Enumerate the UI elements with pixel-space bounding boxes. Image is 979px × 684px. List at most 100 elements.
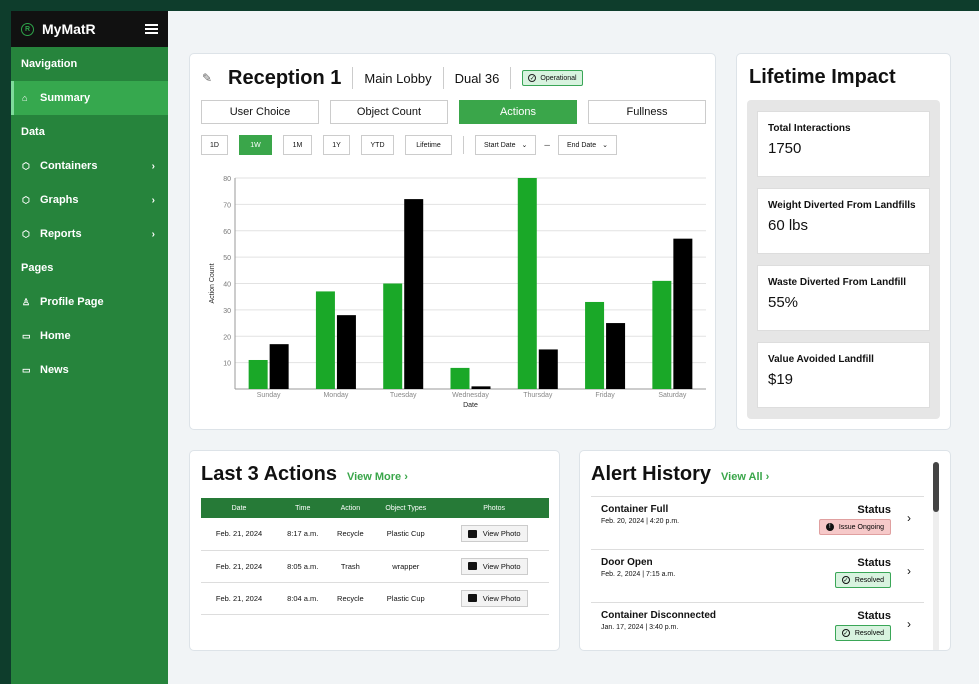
sidebar-item-reports[interactable]: ⬡ Reports › [11, 217, 168, 251]
end-date-dropdown[interactable]: End Date ⌄ [557, 135, 618, 155]
view-photo-button[interactable]: View Photo [460, 557, 528, 575]
last-actions-title: Last 3 Actions [201, 463, 337, 485]
actions-table: Date Time Action Object Types Photos Feb. 21… [201, 498, 549, 615]
bar-thursday-series-1 [517, 178, 537, 389]
x-tick-label: Friday [595, 392, 615, 399]
stat-label: Weight Diverted From Landfills [768, 200, 916, 211]
sidebar: R MyMatR Navigation ⌂ Summary Data ⬡ Containe… [11, 11, 168, 684]
bar-tuesday-series-1 [383, 283, 403, 389]
bar-friday-series-1 [585, 301, 605, 389]
range-button-ytd[interactable]: YTD [361, 135, 394, 155]
device-header: ✎ Reception 1 Main Lobby Dual 36 ✓ Opera… [202, 66, 583, 90]
sidebar-item-graphs[interactable]: ⬡ Graphs › [11, 183, 168, 217]
sidebar-item-summary[interactable]: ⌂ Summary [11, 81, 168, 115]
check-circle-icon: ✓ [841, 629, 850, 637]
impact-stat-waste-diverted-from-landfill: Waste Diverted From Landfill 55% [757, 265, 930, 331]
range-button-1d[interactable]: 1D [201, 135, 228, 155]
bar-monday-series-2 [336, 315, 356, 389]
chevron-right-icon[interactable]: › [907, 564, 911, 578]
table-row: Feb. 21, 2024 8:04 a.m. Recycle Plastic Cup… [201, 582, 549, 615]
column-header-date: Date [201, 498, 278, 518]
cell-object: Plastic Cup [372, 518, 440, 551]
bar-wednesday-series-1 [450, 367, 470, 389]
range-button-1y[interactable]: 1Y [323, 135, 350, 155]
y-tick-label: 80 [223, 176, 231, 183]
tab-actions[interactable]: Actions [459, 100, 577, 124]
bar-sunday-series-1 [248, 359, 268, 389]
alert-name: Container Full [601, 504, 669, 515]
chevron-down-icon: ⌄ [521, 142, 528, 149]
scrollbar[interactable] [933, 462, 939, 650]
range-button-1m[interactable]: 1M [283, 135, 312, 155]
sidebar-item-label: Graphs [40, 194, 79, 206]
hamburger-menu-icon[interactable] [145, 24, 158, 34]
sidebar-item-containers[interactable]: ⬡ Containers › [11, 149, 168, 183]
view-photo-label: View Photo [482, 561, 521, 571]
alert-item[interactable]: Container Full Feb. 20, 2024 | 4:20 p.m. S… [591, 496, 924, 549]
y-tick-label: 40 [223, 282, 231, 289]
image-icon [467, 562, 477, 570]
cell-time: 8:04 a.m. [277, 582, 329, 615]
bar-saturday-series-1 [652, 280, 672, 389]
status-text: Issue Ongoing [838, 523, 884, 531]
column-header-photos: Photos [439, 498, 549, 518]
home-icon: ⌂ [22, 93, 28, 103]
alert-list: Container Full Feb. 20, 2024 | 4:20 p.m. S… [591, 496, 924, 650]
bar-wednesday-series-2 [471, 386, 491, 389]
x-tick-label: Tuesday [390, 392, 417, 399]
impact-stat-value-avoided-landfill: Value Avoided Landfill $19 [757, 342, 930, 408]
chevron-right-icon[interactable]: › [907, 511, 911, 525]
divider [463, 136, 464, 154]
cell-photo: View Photo [439, 550, 549, 583]
status-label: Operational [540, 74, 577, 82]
y-axis-label: Action Count [209, 263, 216, 303]
tab-fullness[interactable]: Fullness [588, 100, 706, 124]
box-icon: ⬡ [22, 160, 30, 171]
sidebar-item-profile-page[interactable]: ♙ Profile Page [11, 285, 168, 319]
cell-photo: View Photo [439, 582, 549, 615]
range-button-1w[interactable]: 1W [239, 135, 272, 155]
view-photo-label: View Photo [482, 593, 521, 603]
alert-item[interactable]: Door Open Feb. 2, 2024 | 7:15 a.m. Status ✓… [591, 549, 924, 602]
app-name: MyMatR [42, 21, 96, 37]
status-badge: ✓ Resolved [834, 625, 891, 641]
check-circle-icon: ✓ [841, 576, 850, 584]
scrollbar-thumb[interactable] [933, 462, 939, 512]
divider [510, 67, 512, 89]
view-photo-label: View Photo [482, 529, 521, 539]
x-tick-label: Monday [323, 392, 348, 399]
bar-thursday-series-2 [538, 349, 558, 389]
bar-friday-series-2 [606, 323, 626, 389]
alert-icon: ! [825, 523, 834, 531]
start-date-dropdown[interactable]: Start Date ⌄ [475, 135, 537, 155]
alert-name: Container Disconnected [601, 610, 717, 621]
view-photo-button[interactable]: View Photo [460, 589, 528, 607]
brand-bar: R MyMatR [11, 11, 168, 47]
view-all-link[interactable]: View All › [721, 471, 769, 483]
cell-action: Recycle [328, 582, 373, 615]
impact-stats: Total Interactions 1750 Weight Diverted Fr… [747, 100, 940, 419]
y-tick-label: 60 [223, 229, 231, 236]
view-photo-button[interactable]: View Photo [460, 525, 528, 543]
edit-pencil-icon[interactable]: ✎ [202, 71, 222, 85]
status-badge: ✓ Operational [522, 70, 583, 86]
sidebar-item-news[interactable]: ▭ News [11, 353, 168, 387]
impact-title: Lifetime Impact [749, 66, 896, 88]
view-more-link[interactable]: View More › [347, 471, 408, 483]
chevron-right-icon[interactable]: › [907, 617, 911, 631]
table-header-row: Date Time Action Object Types Photos [201, 498, 549, 518]
impact-stat-total-interactions: Total Interactions 1750 [757, 111, 930, 177]
alert-date: Jan. 17, 2024 | 3:40 p.m. [601, 624, 679, 631]
sidebar-item-home[interactable]: ▭ Home [11, 319, 168, 353]
tab-object-count[interactable]: Object Count [330, 100, 448, 124]
stat-value: 60 lbs [768, 217, 809, 234]
nav-section-pages: Pages [21, 262, 54, 274]
tab-user-choice[interactable]: User Choice [201, 100, 319, 124]
alert-item[interactable]: Container Disconnected Jan. 17, 2024 | 3:… [591, 602, 924, 650]
bar-monday-series-1 [315, 291, 335, 389]
cell-time: 8:17 a.m. [277, 518, 329, 551]
x-tick-label: Sunday [257, 392, 281, 399]
range-button-lifetime[interactable]: Lifetime [405, 135, 452, 155]
metric-tabs: User Choice Object Count Actions Fullness [201, 100, 717, 124]
status-badge: ! Issue Ongoing [818, 519, 891, 535]
